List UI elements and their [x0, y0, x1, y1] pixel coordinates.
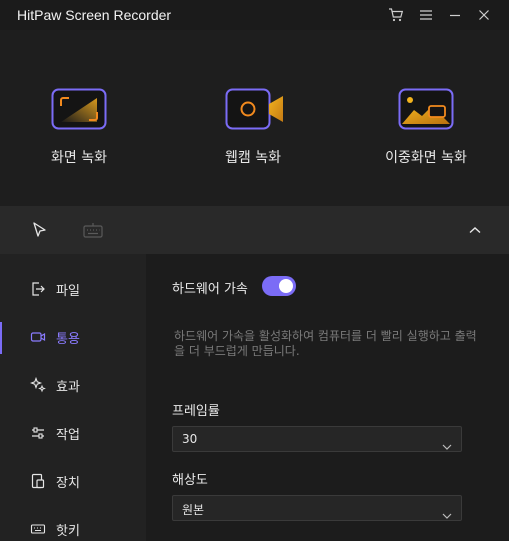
webcam-record-label: 웹캠 녹화: [225, 150, 281, 166]
screen-record-icon: [51, 88, 107, 130]
camera-icon: [30, 329, 46, 345]
hardware-accel-label: 하드웨어 가속: [172, 282, 248, 297]
frame-rate-select[interactable]: 30: [172, 426, 462, 452]
app-title: HitPaw Screen Recorder: [17, 7, 172, 23]
toolbar: [0, 206, 509, 254]
frame-rate-label: 프레임률: [172, 404, 220, 419]
hardware-accel-description: 하드웨어 가속을 활성화하여 컴퓨터를 더 빨리 실행하고 출력을 더 부드럽게…: [174, 329, 477, 358]
sidebar-item-label: 통용: [56, 332, 80, 347]
sidebar-item-device[interactable]: 장치: [0, 458, 146, 506]
screen-record-label: 화면 녹화: [51, 150, 107, 166]
device-icon: [30, 473, 46, 489]
chevron-up-icon[interactable]: [466, 221, 484, 239]
chevron-down-icon: [442, 436, 452, 450]
webcam-record-icon: [225, 88, 283, 130]
title-bar: HitPaw Screen Recorder: [0, 0, 509, 30]
sidebar-item-label: 핫키: [56, 524, 80, 539]
chevron-down-icon: [442, 505, 452, 519]
screen-record-button[interactable]: 화면 녹화: [19, 88, 139, 167]
frame-rate-value: 30: [182, 432, 198, 446]
sidebar-item-tasks[interactable]: 작업: [0, 410, 146, 458]
dual-screen-record-label: 이중화면 녹화: [385, 150, 467, 166]
webcam-record-button[interactable]: 웹캠 녹화: [193, 88, 313, 167]
file-export-icon: [30, 281, 46, 297]
recording-modes: 화면 녹화 웹캠 녹화 이중화면 녹화: [0, 30, 509, 206]
sidebar-item-label: 장치: [56, 476, 80, 491]
sidebar-item-label: 효과: [56, 380, 80, 395]
resolution-label: 해상도: [172, 473, 208, 488]
cart-icon[interactable]: [388, 7, 404, 23]
keyboard-icon[interactable]: [83, 221, 103, 239]
dual-screen-record-icon: [398, 88, 454, 130]
sliders-icon: [30, 425, 46, 441]
sparkle-icon: [29, 376, 46, 393]
sidebar-item-general[interactable]: 통용: [0, 314, 146, 362]
settings-sidebar: 파일 통용 효과 작업 장치 핫키: [0, 254, 146, 541]
sidebar-item-label: 작업: [56, 428, 80, 443]
resolution-value: 원본: [182, 503, 205, 517]
sidebar-item-hotkeys[interactable]: 핫키: [0, 506, 146, 541]
menu-icon[interactable]: [418, 7, 434, 23]
sidebar-item-effects[interactable]: 효과: [0, 362, 146, 410]
dual-screen-record-button[interactable]: 이중화면 녹화: [366, 88, 486, 167]
keyboard-icon: [30, 521, 46, 537]
settings-panel: 하드웨어 가속 하드웨어 가속을 활성화하여 컴퓨터를 더 빨리 실행하고 출력…: [146, 254, 509, 541]
minimize-icon[interactable]: [447, 7, 463, 23]
sidebar-item-label: 파일: [56, 284, 80, 299]
close-icon[interactable]: [476, 7, 492, 23]
hardware-accel-toggle[interactable]: [262, 276, 296, 296]
resolution-select[interactable]: 원본: [172, 495, 462, 521]
cursor-icon[interactable]: [31, 221, 49, 239]
sidebar-item-file[interactable]: 파일: [0, 266, 146, 314]
toggle-knob: [279, 279, 293, 293]
